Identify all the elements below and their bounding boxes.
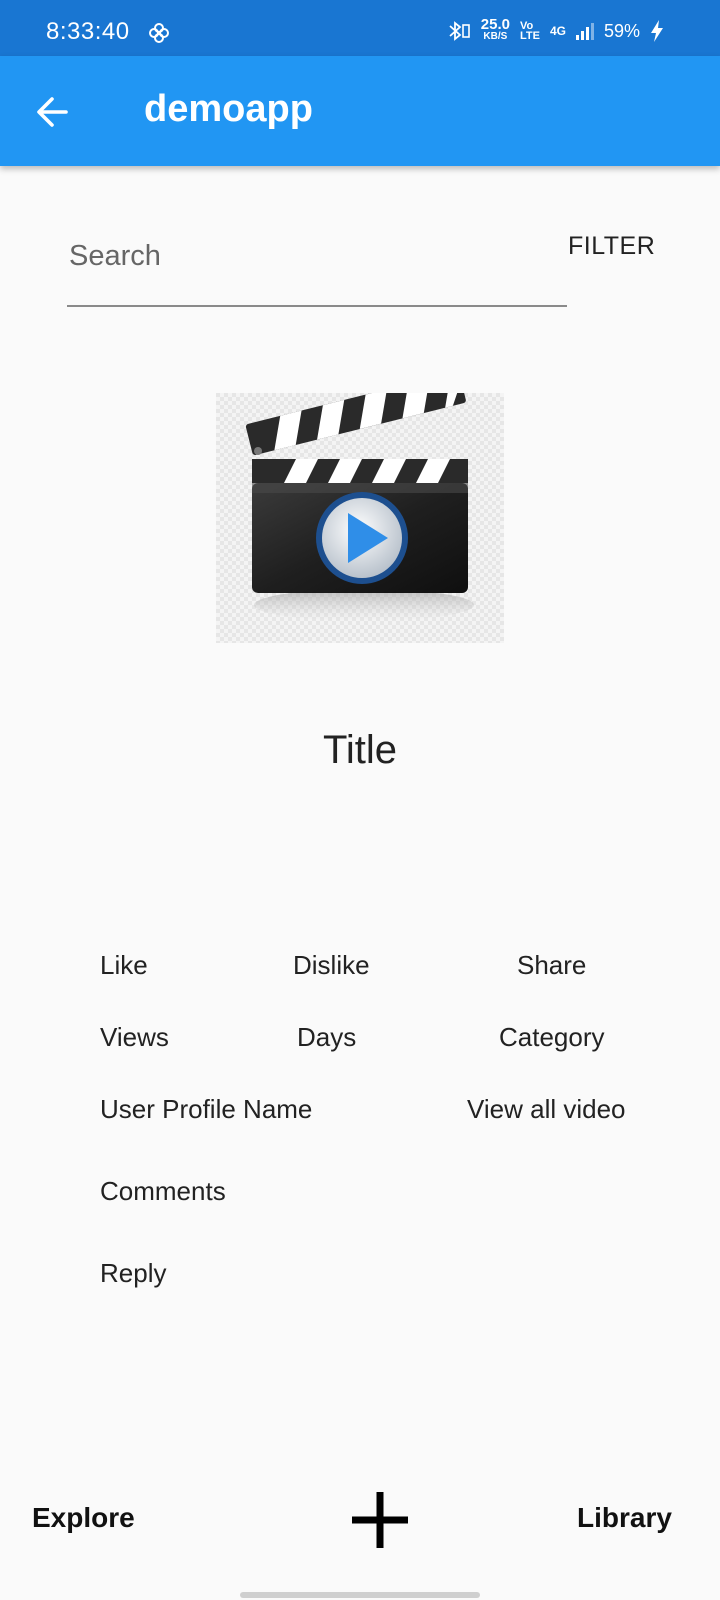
category-label: Category [499, 1022, 605, 1052]
plus-icon[interactable] [348, 1488, 412, 1552]
days-label: Days [297, 1022, 357, 1052]
like-button[interactable]: Like [100, 950, 148, 981]
views-label: Views [100, 1022, 169, 1052]
share-button[interactable]: Share [517, 950, 586, 981]
video-title: Title [322, 728, 398, 772]
bluetooth-icon [449, 21, 470, 41]
comments-label[interactable]: Comments [100, 1176, 226, 1207]
status-icons: 25.0 KB/S Vo LTE 4G 59% [447, 16, 664, 46]
signal-icon [575, 22, 594, 40]
app-title: demoapp [144, 88, 313, 130]
network-type: 4G [549, 24, 566, 38]
video-thumbnail[interactable] [216, 371, 504, 643]
app-bar: demoapp [0, 56, 720, 166]
search-input[interactable] [67, 230, 551, 282]
volte-bottom: LTE [519, 30, 540, 42]
reply-button[interactable]: Reply [100, 1258, 166, 1289]
volte-indicator: Vo LTE [519, 21, 540, 42]
pinwheel-icon [149, 23, 169, 43]
battery-level: 59% [603, 20, 640, 41]
clapperboard-play-icon [216, 371, 504, 643]
user-profile-name[interactable]: User Profile Name [100, 1094, 312, 1125]
nav-explore[interactable]: Explore [32, 1502, 135, 1534]
search-field[interactable] [67, 230, 567, 307]
filter-button[interactable]: FILTER [568, 232, 655, 261]
network-speed-value: 25.0 [480, 16, 510, 33]
status-bar: 8:33:40 25.0 KB/S Vo LTE 4G 59% [0, 0, 720, 56]
network-speed-unit: KB/S [483, 31, 508, 42]
view-all-video-link[interactable]: View all video [467, 1094, 626, 1125]
home-indicator[interactable] [240, 1592, 480, 1598]
network-speed: 25.0 KB/S [480, 16, 510, 43]
bolt-icon [651, 20, 663, 42]
status-time: 8:33:40 [46, 18, 130, 45]
bottom-navigation: Explore Library [0, 1470, 720, 1570]
nav-library[interactable]: Library [577, 1502, 672, 1534]
dislike-button[interactable]: Dislike [293, 950, 370, 981]
arrow-back-icon[interactable] [30, 89, 76, 135]
